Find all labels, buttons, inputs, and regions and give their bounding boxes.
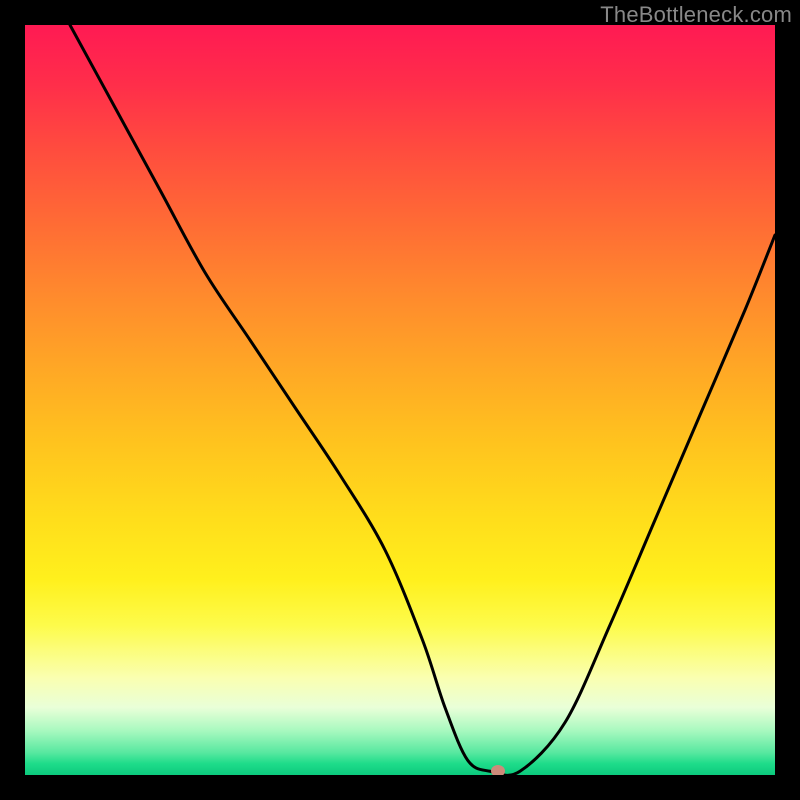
curve-svg: [25, 25, 775, 775]
bottleneck-curve: [70, 25, 775, 775]
optimal-point-marker: [491, 765, 505, 775]
plot-area: [25, 25, 775, 775]
chart-container: TheBottleneck.com: [0, 0, 800, 800]
watermark-text: TheBottleneck.com: [600, 2, 792, 28]
